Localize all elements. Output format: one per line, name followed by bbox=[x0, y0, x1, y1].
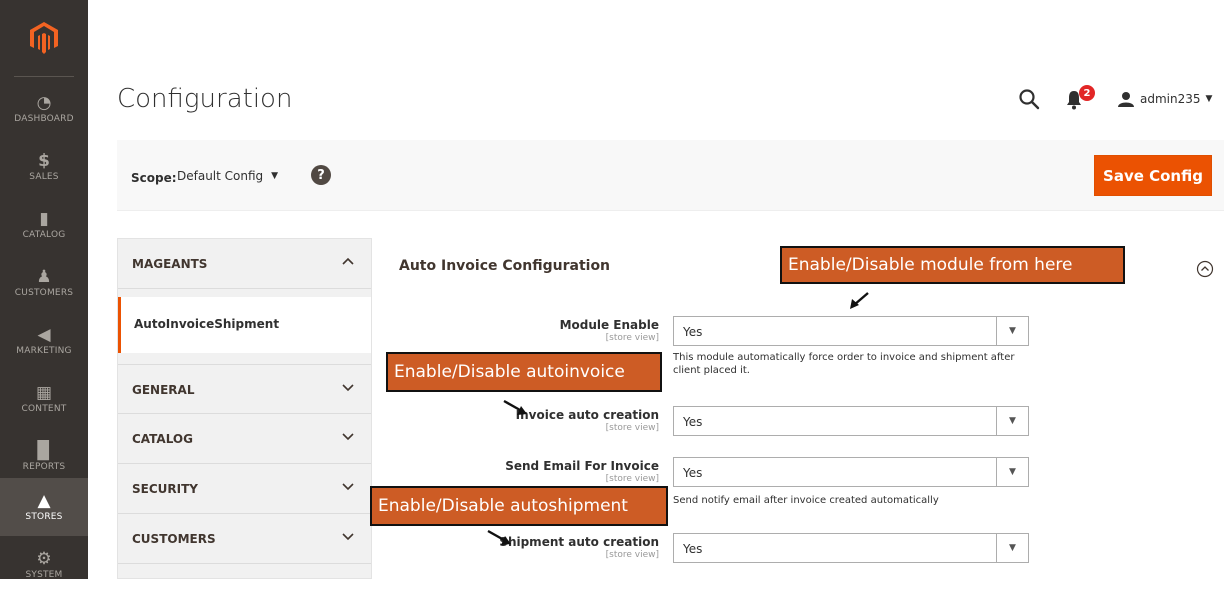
field-note: This module automatically force order to… bbox=[673, 352, 1015, 376]
scope-label: Scope: bbox=[131, 171, 177, 185]
search-icon[interactable] bbox=[1018, 88, 1040, 110]
arrow-icon bbox=[503, 399, 527, 415]
layout-icon: ▦ bbox=[35, 383, 53, 403]
select-value: Yes bbox=[683, 415, 703, 429]
select-value: Yes bbox=[683, 542, 703, 556]
tab-label: SECURITY bbox=[132, 482, 198, 496]
megaphone-icon: ◀ bbox=[37, 325, 51, 345]
gauge-icon: ◔ bbox=[36, 93, 52, 113]
section-title[interactable]: Auto Invoice Configuration bbox=[399, 258, 610, 274]
tab-item-autoinvoiceshipment[interactable]: AutoInvoiceShipment bbox=[118, 297, 371, 353]
invoice-auto-creation-select[interactable]: Yes ▼ bbox=[673, 406, 1029, 436]
dropdown-arrow-icon: ▼ bbox=[996, 458, 1028, 486]
gear-icon: ⚙ bbox=[36, 549, 52, 569]
field-label-module-enable: Module Enable bbox=[559, 318, 659, 332]
field-label-send-email-for-invoice: Send Email For Invoice bbox=[505, 459, 659, 473]
chevron-down-icon bbox=[342, 433, 354, 441]
dropdown-arrow-icon: ▼ bbox=[996, 534, 1028, 562]
collapse-section-icon[interactable] bbox=[1196, 260, 1214, 278]
annotation-module: Enable/Disable module from here bbox=[780, 246, 1125, 284]
shipment-auto-creation-select[interactable]: Yes ▼ bbox=[673, 533, 1029, 563]
nav-item-label: CUSTOMERS bbox=[14, 288, 74, 298]
dropdown-arrow-icon: ▼ bbox=[996, 317, 1028, 345]
save-config-button[interactable]: Save Config bbox=[1094, 155, 1212, 196]
nav-item-dashboard[interactable]: ◔ DASHBOARD bbox=[0, 80, 88, 138]
tab-general[interactable]: GENERAL bbox=[118, 364, 371, 414]
nav-item-catalog[interactable]: ▮ CATALOG bbox=[0, 196, 88, 254]
arrow-icon bbox=[850, 292, 869, 309]
nav-item-sales[interactable]: $ SALES bbox=[0, 138, 88, 196]
user-icon bbox=[1118, 92, 1134, 107]
tab-item-label: AutoInvoiceShipment bbox=[134, 317, 280, 331]
nav-item-content[interactable]: ▦ CONTENT bbox=[0, 370, 88, 428]
nav-item-marketing[interactable]: ◀ MARKETING bbox=[0, 312, 88, 370]
tab-security[interactable]: SECURITY bbox=[118, 464, 371, 514]
nav-item-label: CONTENT bbox=[21, 404, 67, 414]
field-scope: [store view] bbox=[605, 423, 659, 433]
nav-item-label: MARKETING bbox=[16, 346, 72, 356]
annotation-autoinvoice: Enable/Disable autoinvoice bbox=[386, 352, 662, 392]
select-value: Yes bbox=[683, 466, 703, 480]
nav-item-customers[interactable]: ♟ CUSTOMERS bbox=[0, 254, 88, 312]
notifications-button[interactable]: 2 bbox=[1066, 85, 1096, 110]
tab-label: CATALOG bbox=[132, 432, 193, 446]
tab-mageants[interactable]: MAGEANTS bbox=[118, 239, 371, 289]
magento-logo-icon bbox=[30, 22, 58, 54]
chevron-up-icon bbox=[342, 257, 354, 265]
bar-chart-icon: ▉ bbox=[37, 441, 51, 461]
config-tabs: MAGEANTS AutoInvoiceShipment GENERAL CAT… bbox=[117, 238, 372, 579]
arrow-icon bbox=[487, 529, 511, 545]
nav-divider bbox=[14, 76, 74, 77]
nav-item-label: DASHBOARD bbox=[14, 114, 74, 124]
tab-label: MAGEANTS bbox=[132, 257, 208, 271]
chevron-down-icon: ▼ bbox=[271, 171, 279, 181]
page-title: Configuration bbox=[117, 84, 293, 114]
tab-label: CUSTOMERS bbox=[132, 532, 216, 546]
chevron-down-icon bbox=[342, 533, 354, 541]
tab-customers[interactable]: CUSTOMERS bbox=[118, 514, 371, 564]
select-value: Yes bbox=[683, 325, 703, 339]
box-icon: ▮ bbox=[39, 209, 49, 229]
magento-logo[interactable] bbox=[0, 0, 88, 76]
nav-item-label: CATALOG bbox=[22, 230, 66, 240]
help-icon[interactable]: ? bbox=[311, 165, 331, 185]
nav-item-label: SALES bbox=[29, 172, 59, 182]
dollar-icon: $ bbox=[38, 151, 50, 171]
chevron-down-icon bbox=[342, 483, 354, 491]
tab-catalog[interactable]: CATALOG bbox=[118, 414, 371, 464]
nav-item-label: STORES bbox=[25, 512, 63, 522]
nav-item-stores[interactable]: ▲ STORES bbox=[0, 478, 88, 536]
tab-label: GENERAL bbox=[132, 383, 195, 397]
field-scope: [store view] bbox=[605, 474, 659, 484]
username: admin235 bbox=[1140, 92, 1201, 106]
notification-count-badge: 2 bbox=[1079, 85, 1095, 101]
admin-sidebar: ◔ DASHBOARD $ SALES ▮ CATALOG ♟ CUSTOMER… bbox=[0, 0, 88, 580]
field-scope: [store view] bbox=[605, 550, 659, 560]
scope-switcher[interactable]: Default Config ▼ bbox=[177, 169, 278, 183]
module-enable-select[interactable]: Yes ▼ bbox=[673, 316, 1029, 346]
chevron-down-icon: ▼ bbox=[1205, 94, 1213, 104]
nav-item-label: REPORTS bbox=[22, 462, 66, 472]
storefront-icon: ▲ bbox=[37, 491, 51, 511]
field-note: Send notify email after invoice created … bbox=[673, 495, 939, 506]
nav-item-system[interactable]: ⚙ SYSTEM bbox=[0, 536, 88, 594]
person-icon: ♟ bbox=[36, 267, 52, 287]
scope-bar: Scope: Default Config ▼ ? Save Config bbox=[117, 140, 1224, 211]
field-scope: [store view] bbox=[605, 333, 659, 343]
chevron-down-icon bbox=[342, 384, 354, 392]
scope-value: Default Config bbox=[177, 169, 264, 183]
send-email-for-invoice-select[interactable]: Yes ▼ bbox=[673, 457, 1029, 487]
user-menu[interactable]: admin235 ▼ bbox=[1118, 88, 1212, 110]
annotation-autoshipment: Enable/Disable autoshipment bbox=[370, 486, 668, 526]
dropdown-arrow-icon: ▼ bbox=[996, 407, 1028, 435]
